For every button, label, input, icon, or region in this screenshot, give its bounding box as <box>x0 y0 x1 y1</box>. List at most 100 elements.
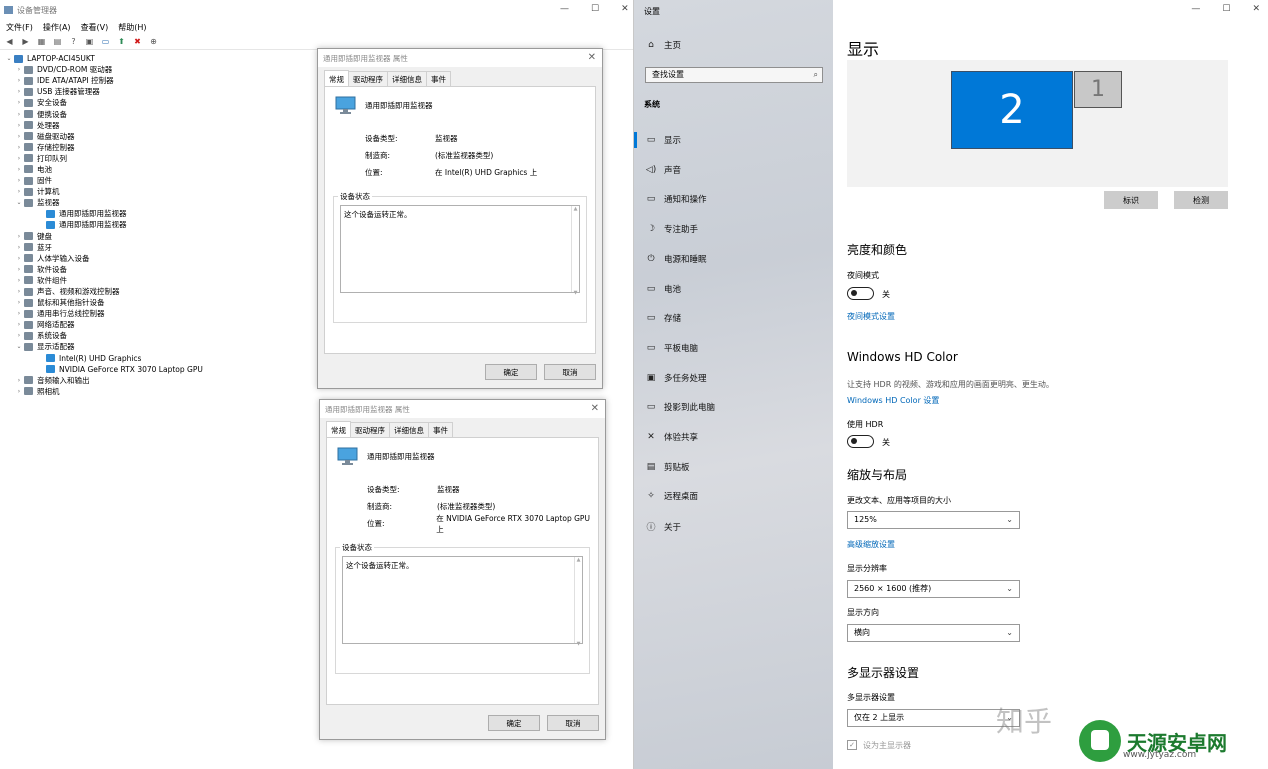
expand-arrow-icon[interactable]: › <box>14 297 24 308</box>
expand-arrow-icon[interactable]: › <box>14 109 24 120</box>
settings-search-input[interactable]: 查找设置 ⌕ <box>645 67 823 83</box>
expand-arrow-icon[interactable]: › <box>14 131 24 142</box>
tree-node[interactable]: ⌄ 监视器 <box>14 197 203 208</box>
tree-node[interactable]: 通用即插即用监视器 <box>14 219 203 230</box>
tree-node[interactable]: 通用即插即用监视器 <box>14 208 203 219</box>
tree-node[interactable]: Intel(R) UHD Graphics <box>14 353 203 364</box>
properties-icon[interactable]: ▤ <box>52 37 63 47</box>
tree-root[interactable]: ⌄ LAPTOP-ACI45UKT <box>4 53 203 64</box>
tab-driver[interactable]: 驱动程序 <box>348 71 388 87</box>
hdr-toggle[interactable] <box>847 435 874 448</box>
minimize-icon[interactable]: — <box>560 4 569 14</box>
multi-display-dropdown[interactable]: 仅在 2 上显示 ⌄ <box>847 709 1020 727</box>
cancel-button[interactable]: 取消 <box>544 364 596 380</box>
tree-node[interactable]: › 软件组件 <box>14 275 203 286</box>
tree-node[interactable]: › 磁盘驱动器 <box>14 131 203 142</box>
maximize-icon[interactable]: ☐ <box>591 4 599 14</box>
collapse-arrow-icon[interactable]: ⌄ <box>14 197 24 208</box>
ok-button[interactable]: 确定 <box>488 715 540 731</box>
expand-arrow-icon[interactable]: › <box>14 386 24 397</box>
expand-arrow-icon[interactable]: › <box>14 275 24 286</box>
nav-item-tablet[interactable]: ▭ 平板电脑 <box>644 342 698 354</box>
tree-node[interactable]: › 通用串行总线控制器 <box>14 308 203 319</box>
nav-item-about[interactable]: ⓘ 关于 <box>644 520 681 534</box>
tree-node[interactable]: › DVD/CD-ROM 驱动器 <box>14 64 203 75</box>
tree-node[interactable]: › 存储控制器 <box>14 142 203 153</box>
nav-item-display[interactable]: ▭ 显示 <box>644 134 681 146</box>
tree-node[interactable]: › 声音、视频和游戏控制器 <box>14 286 203 297</box>
nav-home[interactable]: ⌂ 主页 <box>644 39 681 51</box>
tree-node[interactable]: ⌄ 显示适配器 <box>14 341 203 352</box>
resource-view-icon[interactable]: ▣ <box>84 37 95 47</box>
tree-view-icon[interactable]: ▦ <box>36 37 47 47</box>
update-driver-icon[interactable]: ⬆ <box>116 37 127 47</box>
monitor-1[interactable]: 1 <box>1074 71 1122 108</box>
tab-driver[interactable]: 驱动程序 <box>350 422 390 438</box>
expand-arrow-icon[interactable]: › <box>14 97 24 108</box>
expand-arrow-icon[interactable]: › <box>14 142 24 153</box>
advanced-scaling-link[interactable]: 高级缩放设置 <box>847 539 895 550</box>
tree-node[interactable]: › 人体学输入设备 <box>14 253 203 264</box>
expand-arrow-icon[interactable]: › <box>14 375 24 386</box>
nav-item-multitasking[interactable]: ▣ 多任务处理 <box>644 372 707 384</box>
forward-arrow-icon[interactable]: ▶ <box>20 37 31 47</box>
status-scrollbar[interactable]: ▲ ▼ <box>571 206 579 296</box>
detect-button[interactable]: 检测 <box>1174 191 1228 209</box>
night-light-settings-link[interactable]: 夜间模式设置 <box>847 311 895 322</box>
menu-view[interactable]: 查看(V) <box>81 22 109 33</box>
close-icon[interactable]: ✕ <box>588 52 596 63</box>
nav-item-project[interactable]: ▭ 投影到此电脑 <box>644 401 715 413</box>
expand-arrow-icon[interactable]: › <box>14 120 24 131</box>
night-light-toggle[interactable] <box>847 287 874 300</box>
tree-node[interactable]: › 音频输入和输出 <box>14 375 203 386</box>
expand-arrow-icon[interactable]: › <box>14 264 24 275</box>
main-display-checkbox[interactable]: ✓ <box>847 740 857 750</box>
tree-node[interactable]: › 电池 <box>14 164 203 175</box>
nav-item-notifications[interactable]: ▭ 通知和操作 <box>644 193 707 205</box>
expand-arrow-icon[interactable]: › <box>14 64 24 75</box>
expand-arrow-icon[interactable]: › <box>14 253 24 264</box>
tree-node[interactable]: › 鼠标和其他指针设备 <box>14 297 203 308</box>
nav-item-power-sleep[interactable]: ⏻ 电源和睡眠 <box>644 253 706 265</box>
expand-arrow-icon[interactable]: › <box>14 175 24 186</box>
device-status-text[interactable]: 这个设备运转正常。 ▲ ▼ <box>342 556 583 647</box>
close-icon[interactable]: ✕ <box>591 403 599 414</box>
nav-item-shared-experiences[interactable]: ✕ 体验共享 <box>644 431 698 443</box>
scan-hardware-icon[interactable]: ▭ <box>100 37 111 47</box>
menu-action[interactable]: 操作(A) <box>43 22 71 33</box>
help-icon[interactable]: ? <box>68 37 79 47</box>
nav-item-focus-assist[interactable]: ☽ 专注助手 <box>644 223 698 235</box>
identify-button[interactable]: 标识 <box>1104 191 1158 209</box>
tree-node[interactable]: › 计算机 <box>14 186 203 197</box>
ok-button[interactable]: 确定 <box>485 364 537 380</box>
monitor-2[interactable]: 2 <box>951 71 1073 149</box>
tree-node[interactable]: › IDE ATA/ATAPI 控制器 <box>14 75 203 86</box>
nav-item-clipboard[interactable]: ▤ 剪贴板 <box>644 461 690 473</box>
close-icon[interactable]: ✕ <box>621 4 629 14</box>
maximize-icon[interactable]: ☐ <box>1222 4 1230 14</box>
tab-details[interactable]: 详细信息 <box>387 71 427 87</box>
tab-details[interactable]: 详细信息 <box>389 422 429 438</box>
tree-node[interactable]: › 打印队列 <box>14 153 203 164</box>
tree-node[interactable]: NVIDIA GeForce RTX 3070 Laptop GPU <box>14 364 203 375</box>
hdr-settings-link[interactable]: Windows HD Color 设置 <box>847 395 939 406</box>
tree-node[interactable]: › USB 连接器管理器 <box>14 86 203 97</box>
collapse-arrow-icon[interactable]: ⌄ <box>14 341 24 352</box>
tree-node[interactable]: › 系统设备 <box>14 330 203 341</box>
tree-node[interactable]: › 处理器 <box>14 120 203 131</box>
download-icon[interactable]: ⊕ <box>148 37 159 47</box>
back-arrow-icon[interactable]: ◀ <box>4 37 15 47</box>
device-status-text[interactable]: 这个设备运转正常。 ▲ ▼ <box>340 205 580 296</box>
expand-arrow-icon[interactable]: › <box>14 231 24 242</box>
nav-item-battery[interactable]: ▭ 电池 <box>644 283 681 295</box>
tab-general[interactable]: 常规 <box>324 70 349 87</box>
collapse-arrow-icon[interactable]: ⌄ <box>4 53 14 64</box>
expand-arrow-icon[interactable]: › <box>14 286 24 297</box>
expand-arrow-icon[interactable]: › <box>14 308 24 319</box>
expand-arrow-icon[interactable]: › <box>14 186 24 197</box>
menu-help[interactable]: 帮助(H) <box>118 22 146 33</box>
menu-file[interactable]: 文件(F) <box>6 22 33 33</box>
expand-arrow-icon[interactable]: › <box>14 86 24 97</box>
expand-arrow-icon[interactable]: › <box>14 330 24 341</box>
status-scrollbar[interactable]: ▲ ▼ <box>574 557 582 647</box>
